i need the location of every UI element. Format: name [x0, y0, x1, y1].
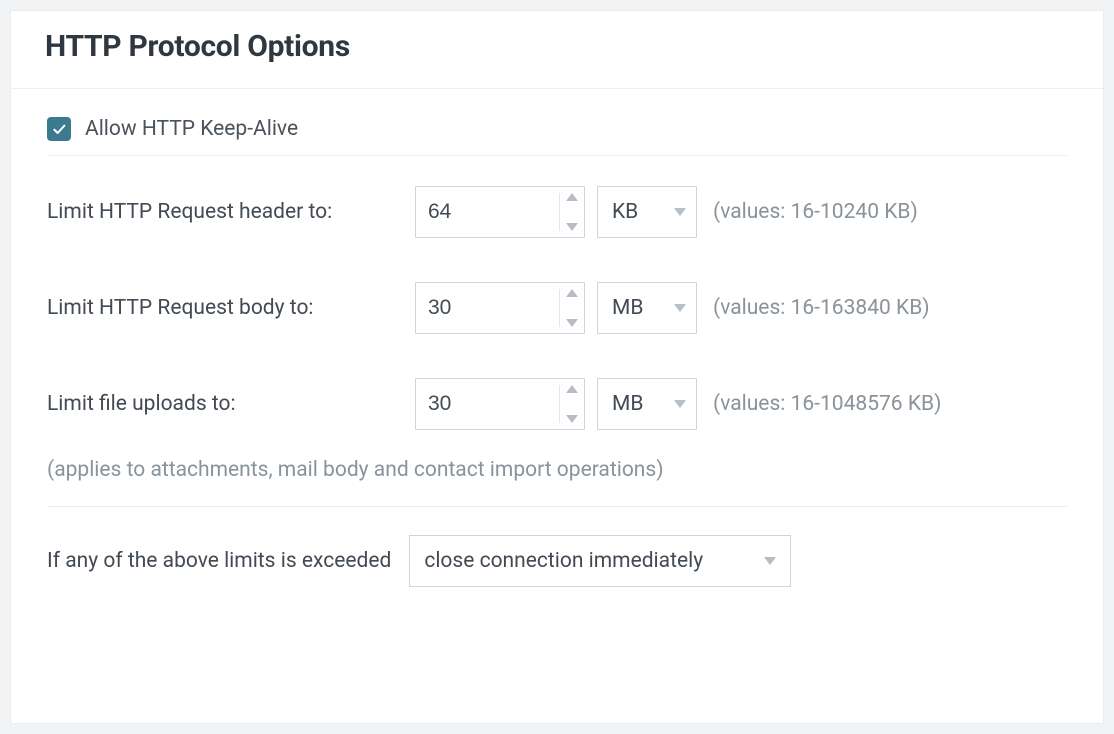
- chevron-down-icon: [674, 304, 686, 312]
- chevron-down-icon: [674, 400, 686, 408]
- divider: [47, 155, 1067, 156]
- upload-limit-hint: (values: 16-1048576 KB): [709, 392, 1067, 416]
- upload-limit-note: (applies to attachments, mail body and c…: [47, 458, 1067, 482]
- body-limit-unit-select[interactable]: MB: [597, 282, 697, 334]
- stepper-up-icon[interactable]: [566, 385, 578, 393]
- upload-limit-label: Limit file uploads to:: [47, 392, 403, 416]
- body-limit-stepper: [559, 289, 578, 327]
- check-icon: [51, 121, 67, 137]
- stepper-up-icon[interactable]: [566, 193, 578, 201]
- stepper-down-icon[interactable]: [566, 319, 578, 327]
- body-limit-label: Limit HTTP Request body to:: [47, 296, 403, 320]
- keep-alive-checkbox[interactable]: [47, 117, 71, 141]
- stepper-down-icon[interactable]: [566, 415, 578, 423]
- body-limit-hint: (values: 16-163840 KB): [709, 296, 1067, 320]
- limits-grid: Limit HTTP Request header to: KB (values…: [47, 186, 1067, 430]
- exceeded-label: If any of the above limits is exceeded: [47, 549, 391, 573]
- header-limit-label: Limit HTTP Request header to:: [47, 200, 403, 224]
- header-limit-input[interactable]: [428, 200, 572, 224]
- stepper-down-icon[interactable]: [566, 223, 578, 231]
- section-title: HTTP Protocol Options: [45, 29, 1069, 64]
- chevron-down-icon: [764, 557, 776, 565]
- upload-limit-unit-select[interactable]: MB: [597, 378, 697, 430]
- upload-limit-unit-text: MB: [612, 392, 643, 416]
- upload-limit-spinner[interactable]: [415, 378, 585, 430]
- stepper-up-icon[interactable]: [566, 289, 578, 297]
- exceeded-row: If any of the above limits is exceeded c…: [47, 535, 1067, 587]
- chevron-down-icon: [674, 208, 686, 216]
- header-limit-spinner[interactable]: [415, 186, 585, 238]
- divider: [47, 506, 1067, 507]
- card-body: Allow HTTP Keep-Alive Limit HTTP Request…: [11, 89, 1103, 627]
- header-limit-hint: (values: 16-10240 KB): [709, 200, 1067, 224]
- body-limit-spinner[interactable]: [415, 282, 585, 334]
- upload-limit-input[interactable]: [428, 392, 572, 416]
- upload-limit-stepper: [559, 385, 578, 423]
- header-limit-stepper: [559, 193, 578, 231]
- header-limit-unit-select[interactable]: KB: [597, 186, 697, 238]
- card-header: HTTP Protocol Options: [11, 11, 1103, 89]
- body-limit-unit-text: MB: [612, 296, 643, 320]
- header-limit-unit-text: KB: [612, 200, 638, 224]
- exceeded-action-select[interactable]: close connection immediately: [409, 535, 791, 587]
- keep-alive-label: Allow HTTP Keep-Alive: [85, 117, 298, 141]
- keep-alive-row: Allow HTTP Keep-Alive: [47, 117, 1067, 141]
- exceeded-action-text: close connection immediately: [424, 549, 703, 573]
- http-protocol-options-card: HTTP Protocol Options Allow HTTP Keep-Al…: [10, 10, 1104, 724]
- body-limit-input[interactable]: [428, 296, 572, 320]
